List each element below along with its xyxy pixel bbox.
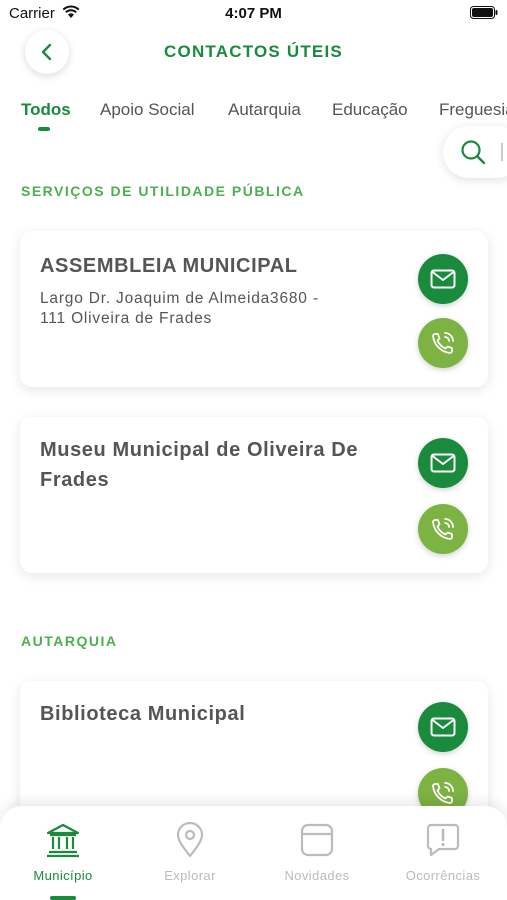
mail-icon [430, 269, 456, 289]
tab-todos[interactable]: Todos [21, 100, 71, 120]
alert-message-icon [426, 823, 460, 857]
nav-label: Novidades [284, 868, 350, 883]
phone-call-icon [432, 518, 454, 540]
battery-icon [470, 6, 498, 24]
news-icon [300, 823, 334, 857]
tab-educacao[interactable]: Educação [332, 100, 408, 120]
phone-button[interactable] [418, 318, 468, 368]
status-time: 4:07 PM [225, 5, 282, 22]
mail-icon [430, 717, 456, 737]
phone-button[interactable] [418, 504, 468, 554]
contact-name: ASSEMBLEIA MUNICIPAL [40, 255, 298, 277]
bottom-nav: Município Explorar Novidades Ocorrências [0, 806, 507, 900]
category-tabs: Todos Apoio Social Autarquia Educação Fr… [0, 96, 507, 136]
phone-call-icon [432, 782, 454, 804]
mail-icon [430, 453, 456, 473]
email-button[interactable] [418, 438, 468, 488]
nav-item-municipio[interactable]: Município [0, 806, 126, 900]
tab-apoio-social[interactable]: Apoio Social [100, 100, 195, 120]
nav-label: Explorar [164, 868, 216, 883]
location-pin-icon [176, 822, 204, 858]
nav-label: Município [33, 868, 93, 883]
contact-card-museu[interactable]: Museu Municipal de Oliveira De Frades [20, 417, 488, 573]
search-button[interactable] [443, 126, 507, 178]
email-button[interactable] [418, 702, 468, 752]
search-input[interactable] [501, 143, 503, 161]
nav-label: Ocorrências [405, 868, 481, 883]
search-icon [461, 140, 486, 165]
town-hall-icon [46, 823, 80, 858]
nav-item-explorar[interactable]: Explorar [127, 806, 253, 900]
contact-card-assembleia[interactable]: ASSEMBLEIA MUNICIPAL Largo Dr. Joaquim d… [20, 231, 488, 387]
contact-name: Biblioteca Municipal [40, 703, 246, 725]
contact-address: Largo Dr. Joaquim de Almeida3680 - 111 O… [40, 290, 319, 327]
section-title-autarquia: AUTARQUIA [21, 633, 118, 649]
nav-item-ocorrencias[interactable]: Ocorrências [380, 806, 506, 900]
phone-call-icon [432, 332, 454, 354]
active-nav-indicator [50, 896, 76, 900]
tab-freguesias[interactable]: Freguesias [439, 100, 507, 120]
email-button[interactable] [418, 254, 468, 304]
status-bar: Carrier 4:07 PM [0, 0, 507, 30]
contact-name: Museu Municipal de Oliveira De Frades [40, 439, 359, 491]
page-title: CONTACTOS ÚTEIS [164, 42, 343, 61]
tab-autarquia[interactable]: Autarquia [228, 100, 301, 120]
active-tab-indicator [38, 127, 50, 131]
nav-item-novidades[interactable]: Novidades [254, 806, 380, 900]
section-title-servicos: SERVIÇOS DE UTILIDADE PÚBLICA [21, 183, 305, 199]
